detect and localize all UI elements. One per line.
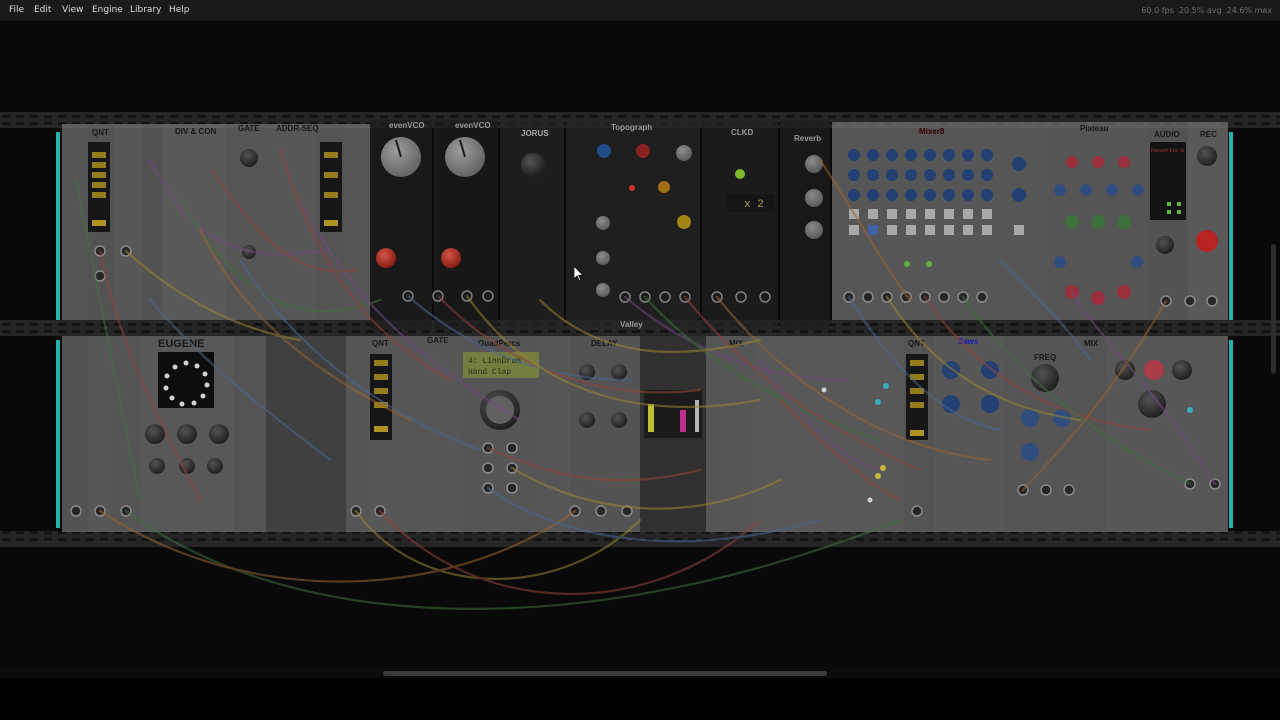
mouse-cursor-icon [574, 266, 584, 282]
menu-library[interactable]: Library [130, 0, 161, 21]
menu-file[interactable]: File [9, 0, 24, 21]
menu-bar: File Edit View Engine Library Help 60.0 … [0, 0, 1280, 22]
vertical-scrollbar-thumb[interactable] [1271, 244, 1276, 374]
performance-stats: 60.0 fps 20.5% avg 24.6% max [1141, 6, 1272, 15]
rack-workspace[interactable]: QNT DIV & CON GATE ADDR-SEQ evenVCO even… [0, 22, 1280, 668]
bottom-bar [0, 678, 1280, 720]
horizontal-scrollbar[interactable] [0, 668, 1280, 678]
horizontal-scrollbar-thumb[interactable] [383, 671, 827, 676]
rack-canvas[interactable]: QNT DIV & CON GATE ADDR-SEQ evenVCO even… [0, 22, 1280, 668]
menu-engine[interactable]: Engine [92, 0, 123, 21]
menu-view[interactable]: View [62, 0, 83, 21]
menu-help[interactable]: Help [169, 0, 190, 21]
dim-overlay [0, 22, 1280, 668]
menu-edit[interactable]: Edit [34, 0, 51, 21]
